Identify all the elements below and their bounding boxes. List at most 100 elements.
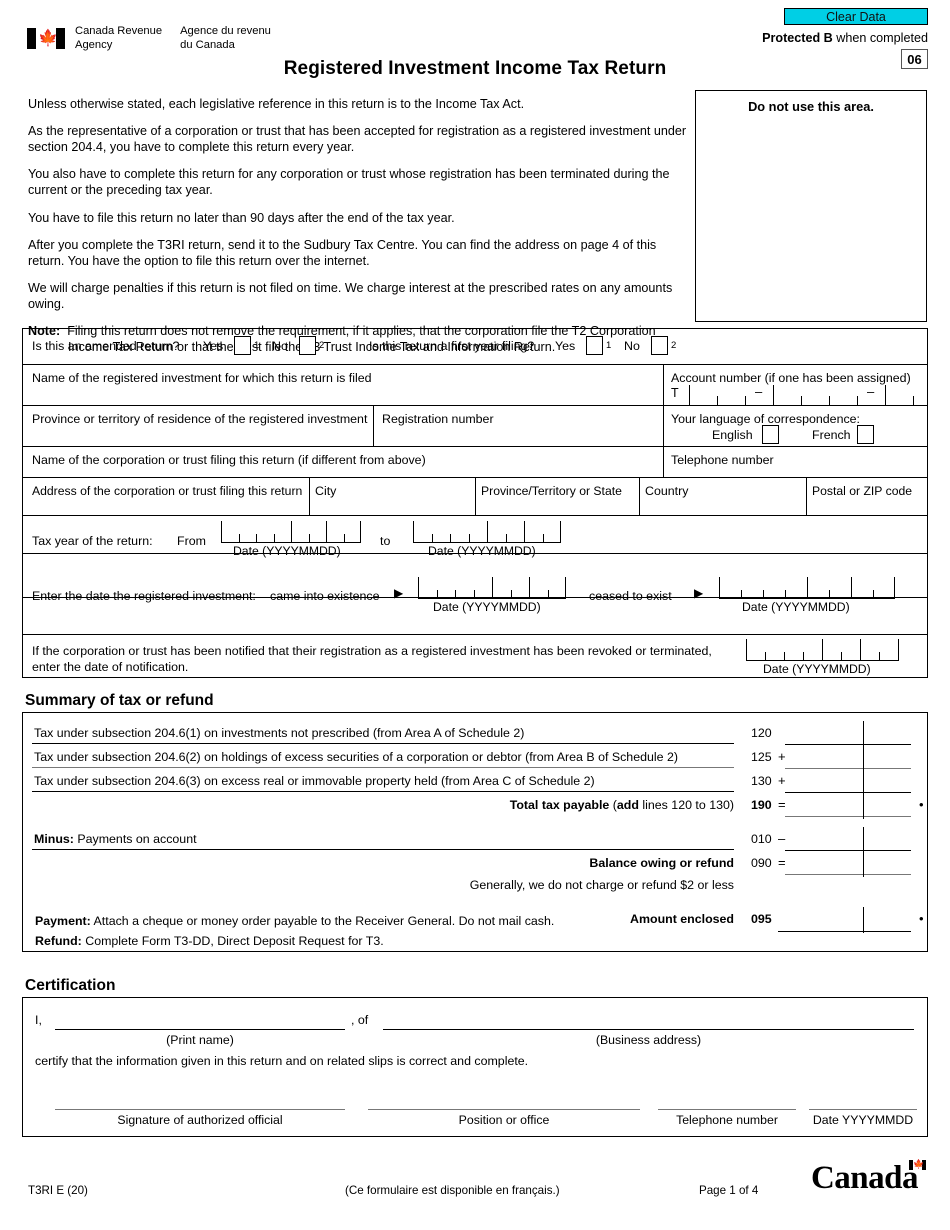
position-input[interactable]: [368, 1109, 640, 1110]
amount-field-125[interactable]: [785, 768, 911, 769]
tax-year-to-input[interactable]: [413, 521, 561, 543]
cents-divider: [863, 793, 864, 819]
amended-yes-checkbox[interactable]: [234, 336, 251, 355]
minus-bold: Minus:: [34, 832, 74, 846]
cert-date-input[interactable]: [809, 1109, 917, 1110]
do-not-use-label: Do not use this area.: [748, 99, 874, 114]
amount-field-120[interactable]: [785, 744, 911, 745]
english-checkbox[interactable]: [762, 425, 779, 444]
refund-bold: Refund:: [35, 934, 82, 948]
generally-note: Generally, we do not charge or refund $2…: [469, 878, 734, 892]
col-divider: [373, 405, 374, 446]
summary-row-text-130: Tax under subsection 204.6(3) on excess …: [34, 774, 595, 788]
amended-yes-label: Yes: [203, 339, 224, 353]
protected-b-bold: Protected B: [762, 31, 833, 45]
business-address-caption: (Business address): [595, 1033, 702, 1047]
operator-plus-130: +: [778, 773, 786, 788]
revoked-date-input[interactable]: [746, 639, 899, 661]
province-state-input[interactable]: [477, 497, 637, 515]
amount-field-190[interactable]: [785, 816, 911, 817]
first-year-no-number: 2: [671, 340, 677, 351]
row-rule: [32, 791, 734, 792]
address-input[interactable]: [23, 497, 307, 515]
protected-b-label: Protected B when completed: [762, 30, 928, 46]
came-into-existence-label: came into existence: [270, 589, 380, 603]
line-number-130: 130: [751, 774, 772, 788]
line-number-190: 190: [751, 798, 772, 812]
certification-heading: Certification: [25, 977, 116, 994]
telephone-number-input[interactable]: [665, 463, 925, 477]
minus-payments-label: Minus: Payments on account: [34, 832, 197, 848]
city-input[interactable]: [311, 497, 473, 515]
col-divider: [309, 477, 310, 515]
certification-section: I, (Print name) , of (Business address) …: [22, 997, 928, 1137]
asterisk-marker-190: •: [919, 797, 924, 812]
minus-text: Payments on account: [73, 832, 197, 846]
payment-bold: Payment:: [35, 914, 91, 928]
canada-wordmark: Canada 🍁: [811, 1159, 926, 1195]
protected-b-rest: when completed: [832, 31, 928, 45]
name-corporation-input[interactable]: [23, 463, 659, 477]
page-number: Page 1 of 4: [699, 1184, 759, 1197]
canada-wordmark-flag-icon: 🍁: [909, 1159, 926, 1170]
amount-field-090[interactable]: [785, 874, 911, 875]
total-paren-open: (: [609, 798, 617, 812]
revoked-line-1: If the corporation or trust has been not…: [32, 644, 712, 658]
operator-minus-010: –: [778, 831, 786, 846]
line-number-010: 010: [751, 832, 772, 846]
clear-data-button[interactable]: Clear Data: [784, 8, 928, 25]
cents-divider: [863, 851, 864, 877]
amount-field-130[interactable]: [785, 792, 911, 793]
summary-row-text-120: Tax under subsection 204.6(1) on investm…: [34, 726, 525, 740]
payment-instruction: Payment: Attach a cheque or money order …: [35, 914, 554, 930]
signature-input[interactable]: [55, 1109, 345, 1110]
row-divider: [23, 405, 927, 406]
account-number-input[interactable]: T – –: [671, 383, 925, 405]
amount-field-010[interactable]: [785, 850, 911, 851]
print-name-input[interactable]: [55, 1029, 345, 1030]
came-into-existence-date-format: Date (YYYYMMDD): [433, 600, 541, 614]
ceased-to-exist-date-format: Date (YYYYMMDD): [742, 600, 850, 614]
amended-no-checkbox[interactable]: [299, 336, 316, 355]
summary-row-text-125: Tax under subsection 204.6(2) on holding…: [34, 750, 678, 764]
intro-p6: We will charge penalties if this return …: [28, 280, 673, 311]
name-registered-investment-input[interactable]: [23, 381, 659, 405]
certification-i-label: I,: [35, 1013, 42, 1027]
row-rule: [32, 849, 734, 850]
payment-text: Attach a cheque or money order payable t…: [90, 914, 555, 928]
french-label: French: [812, 428, 851, 442]
col-divider: [639, 477, 640, 515]
french-checkbox[interactable]: [857, 425, 874, 444]
first-year-no-checkbox[interactable]: [651, 336, 668, 355]
english-label: English: [712, 428, 753, 442]
col-divider: [663, 446, 664, 477]
first-year-question: Is this return a first year filing?: [369, 339, 535, 353]
cert-telephone-input[interactable]: [658, 1109, 796, 1110]
entered-date-label: Enter the date the registered investment…: [32, 589, 256, 603]
cents-divider: [863, 907, 864, 933]
intro-text: Unless otherwise stated, each legislativ…: [28, 96, 688, 366]
canada-flag-icon: 🍁: [27, 27, 65, 49]
revoked-line-2: enter the date of notification.: [32, 660, 189, 674]
postal-code-input[interactable]: [808, 497, 925, 515]
business-address-input[interactable]: [383, 1029, 914, 1030]
total-tax-payable-label: Total tax payable (add lines 120 to 130): [434, 798, 734, 814]
first-year-no-label: No: [624, 339, 640, 353]
came-into-existence-input[interactable]: [418, 577, 566, 599]
tax-year-from-input[interactable]: [221, 521, 361, 543]
first-year-yes-checkbox[interactable]: [586, 336, 603, 355]
right-arrow-icon: ▶: [694, 586, 704, 600]
col-divider: [663, 364, 664, 446]
ceased-to-exist-input[interactable]: [719, 577, 895, 599]
amount-field-095[interactable]: [778, 931, 911, 932]
amended-no-label: No: [272, 339, 288, 353]
registration-number-input[interactable]: [375, 424, 659, 446]
province-residence-input[interactable]: [23, 424, 369, 446]
first-year-yes-number: 1: [606, 340, 612, 351]
certification-of-label: , of: [351, 1013, 369, 1027]
intro-p5: After you complete the T3RI return, send…: [28, 237, 657, 268]
right-arrow-icon: ▶: [394, 586, 404, 600]
tax-year-to-date-format: Date (YYYYMMDD): [428, 544, 536, 558]
agency-name-en: Canada Revenue Agency: [75, 25, 163, 51]
country-input[interactable]: [641, 497, 804, 515]
